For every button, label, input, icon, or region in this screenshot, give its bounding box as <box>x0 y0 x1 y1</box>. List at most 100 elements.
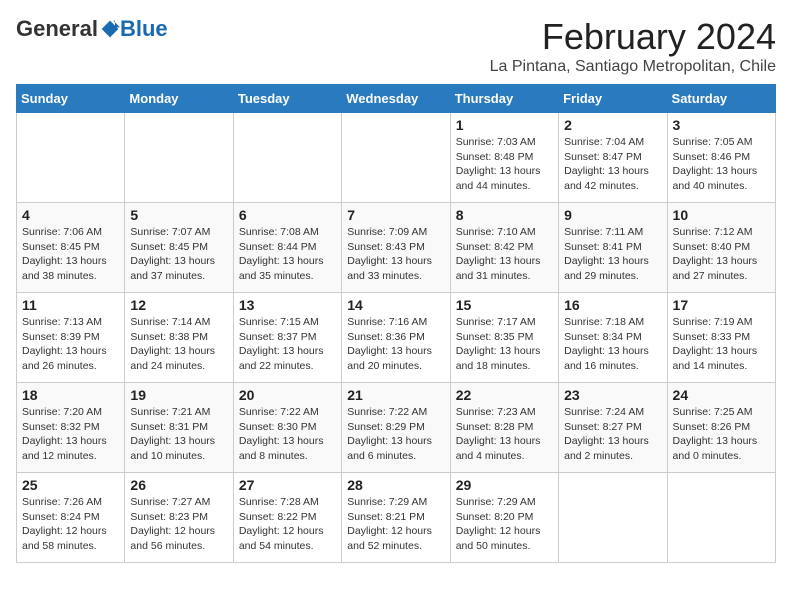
calendar-cell: 6 Sunrise: 7:08 AMSunset: 8:44 PMDaylight… <box>233 203 341 293</box>
day-info: Sunrise: 7:22 AMSunset: 8:30 PMDaylight:… <box>239 405 336 464</box>
logo-general-text: General <box>16 16 98 42</box>
day-info: Sunrise: 7:14 AMSunset: 8:38 PMDaylight:… <box>130 315 227 374</box>
day-number: 14 <box>347 297 444 313</box>
day-number: 13 <box>239 297 336 313</box>
day-info: Sunrise: 7:21 AMSunset: 8:31 PMDaylight:… <box>130 405 227 464</box>
day-info: Sunrise: 7:08 AMSunset: 8:44 PMDaylight:… <box>239 225 336 284</box>
day-info: Sunrise: 7:07 AMSunset: 8:45 PMDaylight:… <box>130 225 227 284</box>
day-number: 10 <box>673 207 770 223</box>
calendar-cell: 17 Sunrise: 7:19 AMSunset: 8:33 PMDayligh… <box>667 293 775 383</box>
calendar-cell: 28 Sunrise: 7:29 AMSunset: 8:21 PMDayligh… <box>342 473 450 563</box>
day-number: 27 <box>239 477 336 493</box>
calendar-cell: 14 Sunrise: 7:16 AMSunset: 8:36 PMDayligh… <box>342 293 450 383</box>
calendar-cell <box>342 113 450 203</box>
day-number: 24 <box>673 387 770 403</box>
day-info: Sunrise: 7:25 AMSunset: 8:26 PMDaylight:… <box>673 405 770 464</box>
day-number: 15 <box>456 297 553 313</box>
weekday-header-tuesday: Tuesday <box>233 85 341 113</box>
calendar-cell: 13 Sunrise: 7:15 AMSunset: 8:37 PMDayligh… <box>233 293 341 383</box>
calendar-cell: 4Sunrise: 7:06 AMSunset: 8:45 PMDaylight… <box>17 203 125 293</box>
logo-icon <box>100 19 120 39</box>
calendar-cell: 5 Sunrise: 7:07 AMSunset: 8:45 PMDaylight… <box>125 203 233 293</box>
calendar-cell: 22 Sunrise: 7:23 AMSunset: 8:28 PMDayligh… <box>450 383 558 473</box>
day-info: Sunrise: 7:13 AMSunset: 8:39 PMDaylight:… <box>22 315 119 374</box>
day-info: Sunrise: 7:26 AMSunset: 8:24 PMDaylight:… <box>22 495 119 554</box>
calendar-cell: 9 Sunrise: 7:11 AMSunset: 8:41 PMDaylight… <box>559 203 667 293</box>
day-info: Sunrise: 7:15 AMSunset: 8:37 PMDaylight:… <box>239 315 336 374</box>
calendar-cell: 26 Sunrise: 7:27 AMSunset: 8:23 PMDayligh… <box>125 473 233 563</box>
day-number: 20 <box>239 387 336 403</box>
day-number: 11 <box>22 297 119 313</box>
day-number: 22 <box>456 387 553 403</box>
title-area: February 2024 La Pintana, Santiago Metro… <box>490 16 776 76</box>
day-number: 1 <box>456 117 553 133</box>
calendar-cell: 10 Sunrise: 7:12 AMSunset: 8:40 PMDayligh… <box>667 203 775 293</box>
day-number: 8 <box>456 207 553 223</box>
weekday-header-monday: Monday <box>125 85 233 113</box>
day-info: Sunrise: 7:03 AMSunset: 8:48 PMDaylight:… <box>456 135 553 194</box>
day-info: Sunrise: 7:12 AMSunset: 8:40 PMDaylight:… <box>673 225 770 284</box>
day-number: 6 <box>239 207 336 223</box>
calendar-cell <box>233 113 341 203</box>
weekday-header-thursday: Thursday <box>450 85 558 113</box>
week-row-5: 25Sunrise: 7:26 AMSunset: 8:24 PMDayligh… <box>17 473 776 563</box>
day-number: 7 <box>347 207 444 223</box>
day-number: 9 <box>564 207 661 223</box>
day-info: Sunrise: 7:09 AMSunset: 8:43 PMDaylight:… <box>347 225 444 284</box>
calendar-cell: 23 Sunrise: 7:24 AMSunset: 8:27 PMDayligh… <box>559 383 667 473</box>
day-info: Sunrise: 7:11 AMSunset: 8:41 PMDaylight:… <box>564 225 661 284</box>
day-info: Sunrise: 7:28 AMSunset: 8:22 PMDaylight:… <box>239 495 336 554</box>
weekday-header-row: SundayMondayTuesdayWednesdayThursdayFrid… <box>17 85 776 113</box>
day-number: 16 <box>564 297 661 313</box>
day-info: Sunrise: 7:05 AMSunset: 8:46 PMDaylight:… <box>673 135 770 194</box>
calendar-cell: 11 Sunrise: 7:13 AMSunset: 8:39 PMDayligh… <box>17 293 125 383</box>
day-info: Sunrise: 7:19 AMSunset: 8:33 PMDaylight:… <box>673 315 770 374</box>
calendar-cell <box>125 113 233 203</box>
weekday-header-friday: Friday <box>559 85 667 113</box>
day-number: 23 <box>564 387 661 403</box>
calendar-cell: 21 Sunrise: 7:22 AMSunset: 8:29 PMDayligh… <box>342 383 450 473</box>
day-info: Sunrise: 7:16 AMSunset: 8:36 PMDaylight:… <box>347 315 444 374</box>
day-info: Sunrise: 7:20 AMSunset: 8:32 PMDaylight:… <box>22 405 119 464</box>
calendar-cell: 29Sunrise: 7:29 AMSunset: 8:20 PMDayligh… <box>450 473 558 563</box>
header: General Blue February 2024 La Pintana, S… <box>16 16 776 76</box>
day-number: 12 <box>130 297 227 313</box>
calendar-cell <box>667 473 775 563</box>
day-number: 3 <box>673 117 770 133</box>
day-info: Sunrise: 7:29 AMSunset: 8:20 PMDaylight:… <box>456 495 553 554</box>
calendar-title: February 2024 <box>490 16 776 58</box>
day-info: Sunrise: 7:04 AMSunset: 8:47 PMDaylight:… <box>564 135 661 194</box>
day-number: 28 <box>347 477 444 493</box>
calendar-cell: 12 Sunrise: 7:14 AMSunset: 8:38 PMDayligh… <box>125 293 233 383</box>
day-number: 21 <box>347 387 444 403</box>
calendar-cell: 3 Sunrise: 7:05 AMSunset: 8:46 PMDaylight… <box>667 113 775 203</box>
calendar-cell: 24 Sunrise: 7:25 AMSunset: 8:26 PMDayligh… <box>667 383 775 473</box>
week-row-2: 4Sunrise: 7:06 AMSunset: 8:45 PMDaylight… <box>17 203 776 293</box>
calendar-cell <box>17 113 125 203</box>
calendar-cell: 18Sunrise: 7:20 AMSunset: 8:32 PMDayligh… <box>17 383 125 473</box>
weekday-header-sunday: Sunday <box>17 85 125 113</box>
calendar-table: SundayMondayTuesdayWednesdayThursdayFrid… <box>16 84 776 563</box>
week-row-1: 1 Sunrise: 7:03 AMSunset: 8:48 PMDaylight… <box>17 113 776 203</box>
day-number: 5 <box>130 207 227 223</box>
day-number: 2 <box>564 117 661 133</box>
day-number: 26 <box>130 477 227 493</box>
day-number: 19 <box>130 387 227 403</box>
calendar-cell: 15Sunrise: 7:17 AMSunset: 8:35 PMDayligh… <box>450 293 558 383</box>
calendar-cell: 19 Sunrise: 7:21 AMSunset: 8:31 PMDayligh… <box>125 383 233 473</box>
calendar-cell: 27 Sunrise: 7:28 AMSunset: 8:22 PMDayligh… <box>233 473 341 563</box>
calendar-cell: 20 Sunrise: 7:22 AMSunset: 8:30 PMDayligh… <box>233 383 341 473</box>
calendar-cell: 8 Sunrise: 7:10 AMSunset: 8:42 PMDaylight… <box>450 203 558 293</box>
day-info: Sunrise: 7:22 AMSunset: 8:29 PMDaylight:… <box>347 405 444 464</box>
day-number: 17 <box>673 297 770 313</box>
calendar-subtitle: La Pintana, Santiago Metropolitan, Chile <box>490 58 776 76</box>
day-info: Sunrise: 7:23 AMSunset: 8:28 PMDaylight:… <box>456 405 553 464</box>
day-info: Sunrise: 7:29 AMSunset: 8:21 PMDaylight:… <box>347 495 444 554</box>
calendar-cell: 2 Sunrise: 7:04 AMSunset: 8:47 PMDaylight… <box>559 113 667 203</box>
day-info: Sunrise: 7:10 AMSunset: 8:42 PMDaylight:… <box>456 225 553 284</box>
calendar-cell: 16Sunrise: 7:18 AMSunset: 8:34 PMDayligh… <box>559 293 667 383</box>
calendar-cell: 7 Sunrise: 7:09 AMSunset: 8:43 PMDaylight… <box>342 203 450 293</box>
day-info: Sunrise: 7:27 AMSunset: 8:23 PMDaylight:… <box>130 495 227 554</box>
day-info: Sunrise: 7:24 AMSunset: 8:27 PMDaylight:… <box>564 405 661 464</box>
calendar-cell <box>559 473 667 563</box>
